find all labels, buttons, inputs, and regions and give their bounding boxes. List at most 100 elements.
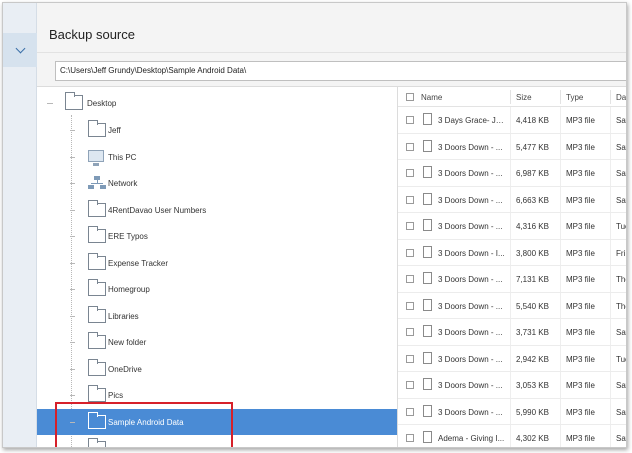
tree-connector: [47, 103, 53, 104]
column-header-type[interactable]: Type: [566, 93, 583, 102]
file-date: The: [616, 301, 626, 311]
file-row[interactable]: Adema - Giving I... 4,302 KB MP3 file Sat: [398, 425, 626, 447]
row-checkbox[interactable]: [406, 301, 414, 310]
file-name: 3 Doors Down - ...: [438, 301, 503, 311]
file-date: Sat: [616, 434, 626, 443]
file-row[interactable]: 3 Doors Down - ... 7,131 KB MP3 file The: [398, 266, 626, 293]
file-date: Sat: [616, 381, 626, 390]
tree-item-4rentdavao[interactable]: 4RentDavao User Numbers: [37, 197, 397, 224]
row-checkbox[interactable]: [406, 222, 414, 230]
tree-item-ere-typos[interactable]: ERE Typos: [37, 223, 397, 250]
column-header-date[interactable]: Dat: [616, 93, 626, 102]
file-name: 3 Doors Down - ...: [438, 195, 503, 205]
column-header-size[interactable]: Size: [516, 93, 532, 102]
row-checkbox[interactable]: [406, 434, 414, 442]
folder-icon: [88, 120, 106, 137]
file-name: 3 Doors Down - ...: [438, 354, 503, 364]
file-row[interactable]: 3 Doors Down - ... 4,316 KB MP3 file Tue: [398, 213, 626, 240]
collapse-button[interactable]: [3, 33, 37, 67]
column-header-name[interactable]: Name: [421, 93, 442, 102]
file-type: MP3 file: [566, 169, 595, 178]
file-size: 3,731 KB: [516, 328, 549, 337]
file-row[interactable]: 3 Days Grace- Ju... 4,418 KB MP3 file Sat: [398, 107, 626, 134]
file-type: MP3 file: [566, 434, 595, 443]
folder-icon: [88, 252, 106, 270]
row-checkbox[interactable]: [406, 381, 414, 389]
tree-connector: [70, 315, 75, 317]
row-checkbox[interactable]: [406, 195, 414, 204]
tree-connector: [70, 156, 75, 158]
tree-item-label: Desktop: [87, 99, 117, 108]
file-size: 7,131 KB: [516, 275, 549, 284]
row-checkbox[interactable]: [406, 142, 414, 151]
tree-connector: [70, 395, 75, 396]
tree-item-label: OneDrive: [108, 364, 142, 374]
tree-connector: [70, 209, 75, 211]
folder-icon: [88, 332, 106, 349]
tree-item-label: Sample Android Data: [108, 417, 184, 427]
tree-item-label: This PC: [108, 152, 137, 162]
tree-connector: [70, 289, 75, 290]
file-row[interactable]: 3 Doors Down - ... 6,663 KB MP3 file Sat: [398, 187, 626, 213]
tree-item-label: Network: [108, 179, 138, 188]
file-row[interactable]: 3 Doors Down - ... 5,477 KB MP3 file Sat: [398, 134, 626, 160]
file-list-header: Name Size Type Dat: [398, 87, 626, 107]
file-icon: [423, 192, 432, 205]
file-date: Sat: [616, 116, 626, 125]
file-row[interactable]: 3 Doors Down - I... 3,800 KB MP3 file Fri: [398, 240, 626, 266]
tree-item-this-pc[interactable]: This PC: [37, 144, 397, 171]
path-input[interactable]: C:\Users\Jeff Grundy\Desktop\Sample Andr…: [55, 61, 626, 81]
file-size: 5,540 KB: [516, 301, 549, 311]
file-name: 3 Doors Down - ...: [438, 328, 503, 337]
tree-item-sample-android-data[interactable]: Sample Android Data: [37, 408, 397, 435]
header-bar: Backup source: [37, 3, 626, 53]
tree-item-label: Libraries: [108, 311, 139, 321]
tree-item-label: New folder: [108, 338, 147, 347]
tree-item-desktop[interactable]: Desktop: [37, 87, 397, 114]
file-icon: [423, 113, 432, 125]
file-row[interactable]: 3 Doors Down - ... 2,942 KB MP3 file Tue: [398, 346, 626, 372]
tree-item-new-folder[interactable]: New folder: [37, 329, 397, 356]
file-icon: [423, 431, 432, 443]
row-checkbox[interactable]: [406, 328, 414, 336]
file-icon: [423, 272, 432, 284]
tree-item-expense-tracker[interactable]: Expense Tracker: [37, 250, 397, 277]
file-name: 3 Doors Down - ...: [438, 407, 503, 417]
file-row[interactable]: 3 Doors Down - ... 5,990 KB MP3 file Sat: [398, 399, 626, 425]
tree-item-onedrive[interactable]: OneDrive: [37, 356, 397, 383]
row-checkbox[interactable]: [406, 407, 414, 416]
tree-item-partial[interactable]: [37, 435, 397, 447]
row-checkbox[interactable]: [406, 275, 414, 283]
file-row[interactable]: 3 Doors Down - ... 5,540 KB MP3 file The: [398, 293, 626, 319]
tree-item-homegroup[interactable]: Homegroup: [37, 276, 397, 303]
file-row[interactable]: 3 Doors Down - ... 3,731 KB MP3 file Sat: [398, 319, 626, 346]
file-icon: [423, 325, 432, 337]
tree-item-network[interactable]: Network: [37, 170, 397, 197]
tree-item-jeff[interactable]: Jeff: [37, 117, 397, 144]
file-name: 3 Days Grace- Ju...: [438, 116, 506, 125]
file-type: MP3 file: [566, 407, 595, 417]
tree-item-label: Pics: [108, 391, 124, 400]
folder-icon: [65, 92, 83, 110]
row-checkbox[interactable]: [406, 248, 414, 257]
row-checkbox[interactable]: [406, 116, 414, 124]
file-date: Sat: [616, 328, 626, 337]
row-checkbox[interactable]: [406, 354, 414, 363]
select-all-checkbox[interactable]: [406, 93, 414, 101]
file-type: MP3 file: [566, 328, 595, 337]
file-date: Tue: [616, 222, 626, 231]
file-type: MP3 file: [566, 142, 595, 152]
tree-item-pics[interactable]: Pics: [37, 382, 397, 409]
tree-connector: [70, 421, 75, 423]
file-name: 3 Doors Down - ...: [438, 275, 503, 284]
file-row[interactable]: 3 Doors Down - ... 3,053 KB MP3 file Sat: [398, 372, 626, 399]
file-name: 3 Doors Down - I...: [438, 248, 505, 258]
row-checkbox[interactable]: [406, 169, 414, 177]
file-row[interactable]: 3 Doors Down - ... 6,987 KB MP3 file Sat: [398, 160, 626, 187]
file-name: 3 Doors Down - ...: [438, 169, 503, 178]
left-sidebar-strip: [3, 3, 37, 447]
file-size: 6,663 KB: [516, 195, 549, 205]
tree-item-label: ERE Typos: [108, 232, 148, 241]
folder-tree: Desktop Jeff This PC Network 4RentDavao …: [37, 87, 397, 447]
tree-item-libraries[interactable]: Libraries: [37, 303, 397, 330]
